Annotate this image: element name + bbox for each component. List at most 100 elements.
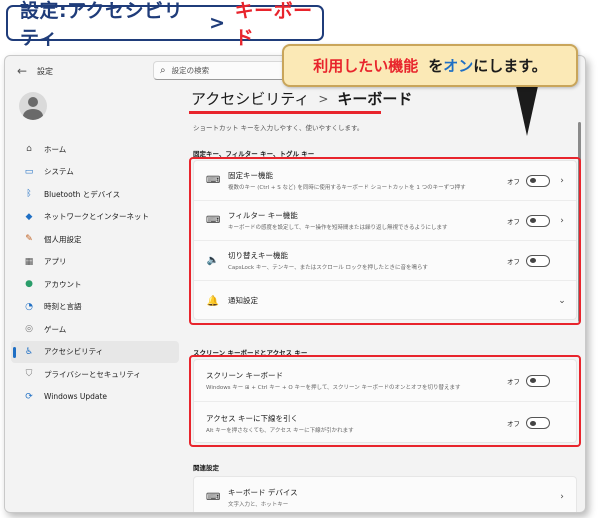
toggle-state-label: オフ	[507, 177, 520, 186]
sidebar-item-bluetooth[interactable]: ᛒ Bluetooth とデバイス	[11, 183, 179, 206]
sidebar-item-personalization[interactable]: ✎ 個人用設定	[11, 228, 179, 251]
section-header-onscreen-keyboard: スクリーン キーボードとアクセス キー	[193, 349, 308, 357]
callout-text-end: にします。	[473, 57, 547, 75]
onscreen-keyboard-toggle[interactable]	[526, 374, 550, 387]
app-name: 設定	[37, 67, 53, 76]
title-underline	[189, 111, 381, 114]
sidebar-item-label: ゲーム	[44, 324, 67, 334]
search-input[interactable]	[171, 66, 292, 75]
toggle-keys-toggle[interactable]	[526, 254, 550, 267]
callout-text-particle: を	[428, 57, 444, 75]
callout-text-on: オン	[443, 57, 474, 75]
callout-pointer	[516, 86, 538, 136]
filter-keys-toggle[interactable]	[526, 214, 550, 227]
breadcrumb-current: キーボード	[337, 90, 413, 108]
banner-accent-text: キーボード	[234, 0, 313, 49]
sidebar-item-windows-update[interactable]: ⟳ Windows Update	[11, 386, 179, 409]
filter-keys-icon: ⌨	[206, 215, 221, 226]
toggle-state-label: オフ	[507, 377, 520, 386]
setting-row-toggle-keys[interactable]: 🔈 切り替えキー機能 CapsLock キー、テンキー、またはスクロール ロック…	[194, 241, 576, 281]
setting-description: CapsLock キー、テンキー、またはスクロール ロックを押したときに音を鳴ら…	[228, 265, 428, 271]
setting-row-onscreen-keyboard[interactable]: スクリーン キーボード Windows キー ⊞ + Ctrl キー + O キ…	[194, 360, 576, 402]
sidebar-item-label: 個人用設定	[44, 234, 82, 244]
network-icon: ◆	[25, 211, 33, 222]
page-subtitle: ショートカット キーを入力しやすく、使いやすくします。	[193, 124, 364, 132]
setting-row-keyboard-devices[interactable]: ⌨ キーボード デバイス 文字入力と、ホットキー ›	[194, 477, 576, 512]
page-title: アクセシビリティ > キーボード	[191, 88, 412, 109]
sidebar-item-gaming[interactable]: ◎ ゲーム	[11, 318, 179, 341]
shield-icon: ⛉	[25, 369, 33, 380]
sidebar-item-home[interactable]: ⌂ ホーム	[11, 138, 179, 161]
apps-icon: ▦	[24, 256, 34, 267]
sticky-keys-toggle[interactable]	[526, 174, 550, 187]
card-onscreen-keyboard: スクリーン キーボード Windows キー ⊞ + Ctrl キー + O キ…	[193, 359, 577, 443]
sidebar-item-privacy[interactable]: ⛉ プライバシーとセキュリティ	[11, 363, 179, 386]
sidebar-item-label: Windows Update	[44, 392, 108, 402]
sticky-keys-icon: ⌨	[206, 175, 221, 186]
section-header-filter-keys: 固定キー、フィルター キー、トグル キー	[193, 150, 315, 158]
sidebar-item-label: 時刻と言語	[44, 302, 82, 312]
card-related-settings: ⌨ キーボード デバイス 文字入力と、ホットキー ›	[193, 476, 577, 512]
setting-title: 固定キー機能	[228, 171, 273, 180]
setting-row-access-key-underline[interactable]: アクセス キーに下線を引く Alt キーを押さなくても、アクセス キーに下線が引…	[194, 402, 576, 444]
sidebar-item-system[interactable]: ▭ システム	[11, 161, 179, 184]
chevron-right-icon[interactable]: ›	[558, 176, 566, 186]
accessibility-icon: ♿	[24, 346, 34, 357]
setting-description: Alt キーを押さなくても、アクセス キーに下線が引かれます	[206, 427, 354, 434]
speaker-icon: 🔈	[206, 255, 220, 266]
sidebar-item-label: アクセシビリティ	[44, 347, 104, 357]
setting-row-filter-keys[interactable]: ⌨ フィルター キー機能 キーボードの感度を設定して、キー操作を短時間または繰り…	[194, 201, 576, 241]
callout-note: 利用したい機能 を オン にします。	[282, 44, 578, 87]
toggle-state-label: オフ	[507, 217, 520, 226]
breadcrumb-separator: >	[318, 91, 329, 106]
sidebar-item-label: ネットワークとインターネット	[44, 212, 149, 222]
setting-title: アクセス キーに下線を引く	[206, 413, 299, 423]
sidebar-item-accessibility[interactable]: ♿ アクセシビリティ	[11, 340, 179, 363]
setting-row-notifications[interactable]: 🔔 通知設定 ⌄	[194, 281, 576, 321]
home-icon: ⌂	[26, 144, 32, 155]
sidebar-item-label: システム	[44, 167, 74, 177]
avatar[interactable]	[19, 92, 47, 120]
sidebar-item-accounts[interactable]: ● アカウント	[11, 273, 179, 296]
sidebar-item-label: ホーム	[44, 144, 67, 154]
monitor-icon: ▭	[24, 166, 34, 177]
title-banner: 設定:アクセシビリティ > キーボード	[6, 0, 324, 49]
chevron-down-icon[interactable]: ⌄	[558, 296, 566, 306]
chevron-right-icon[interactable]: ›	[558, 492, 566, 502]
setting-row-sticky-keys[interactable]: ⌨ 固定キー機能 複数のキー (Ctrl + S など) を同時に使用するキーボ…	[194, 161, 576, 201]
scrollbar[interactable]	[578, 122, 581, 322]
search-box[interactable]: ⌕	[153, 61, 303, 80]
banner-separator: >	[209, 12, 226, 34]
sidebar-item-network[interactable]: ◆ ネットワークとインターネット	[11, 206, 179, 229]
keyboard-icon: ⌨	[206, 491, 221, 503]
sidebar-item-apps[interactable]: ▦ アプリ	[11, 251, 179, 274]
setting-title: 通知設定	[228, 295, 258, 305]
sidebar-item-label: アカウント	[44, 279, 82, 289]
callout-text-feature: 利用したい機能	[313, 57, 419, 75]
bluetooth-icon: ᛒ	[26, 189, 32, 200]
setting-title: 切り替えキー機能	[228, 251, 288, 260]
section-header-related-settings: 関連設定	[193, 464, 219, 472]
bell-icon: 🔔	[206, 295, 220, 307]
setting-description: 複数のキー (Ctrl + S など) を同時に使用するキーボード ショートカッ…	[228, 185, 466, 191]
card-filter-keys: ⌨ 固定キー機能 複数のキー (Ctrl + S など) を同時に使用するキーボ…	[193, 160, 577, 320]
breadcrumb-parent[interactable]: アクセシビリティ	[191, 88, 309, 109]
sidebar-item-time-language[interactable]: ◔ 時刻と言語	[11, 296, 179, 319]
settings-window: ← 設定 ⌕ ⌂ ホーム ▭ システム ᛒ Bluetooth とデバイス ◆ …	[4, 55, 586, 513]
sidebar-item-label: Bluetooth とデバイス	[44, 189, 121, 199]
setting-title: スクリーン キーボード	[206, 371, 284, 380]
update-icon: ⟳	[25, 391, 33, 402]
sidebar-nav: ⌂ ホーム ▭ システム ᛒ Bluetooth とデバイス ◆ ネットワークと…	[11, 138, 179, 408]
gamepad-icon: ◎	[25, 324, 33, 335]
search-icon: ⌕	[160, 65, 166, 76]
account-icon: ●	[25, 279, 33, 290]
back-arrow-icon[interactable]: ←	[17, 64, 27, 78]
setting-description: 文字入力と、ホットキー	[228, 501, 289, 508]
setting-title: フィルター キー機能	[228, 211, 298, 220]
sidebar-item-label: プライバシーとセキュリティ	[44, 369, 141, 379]
setting-title: キーボード デバイス	[228, 487, 298, 497]
banner-main-text: 設定:アクセシビリティ	[20, 0, 184, 49]
clock-icon: ◔	[25, 301, 33, 312]
access-key-underline-toggle[interactable]	[526, 417, 550, 429]
chevron-right-icon[interactable]: ›	[558, 216, 566, 226]
